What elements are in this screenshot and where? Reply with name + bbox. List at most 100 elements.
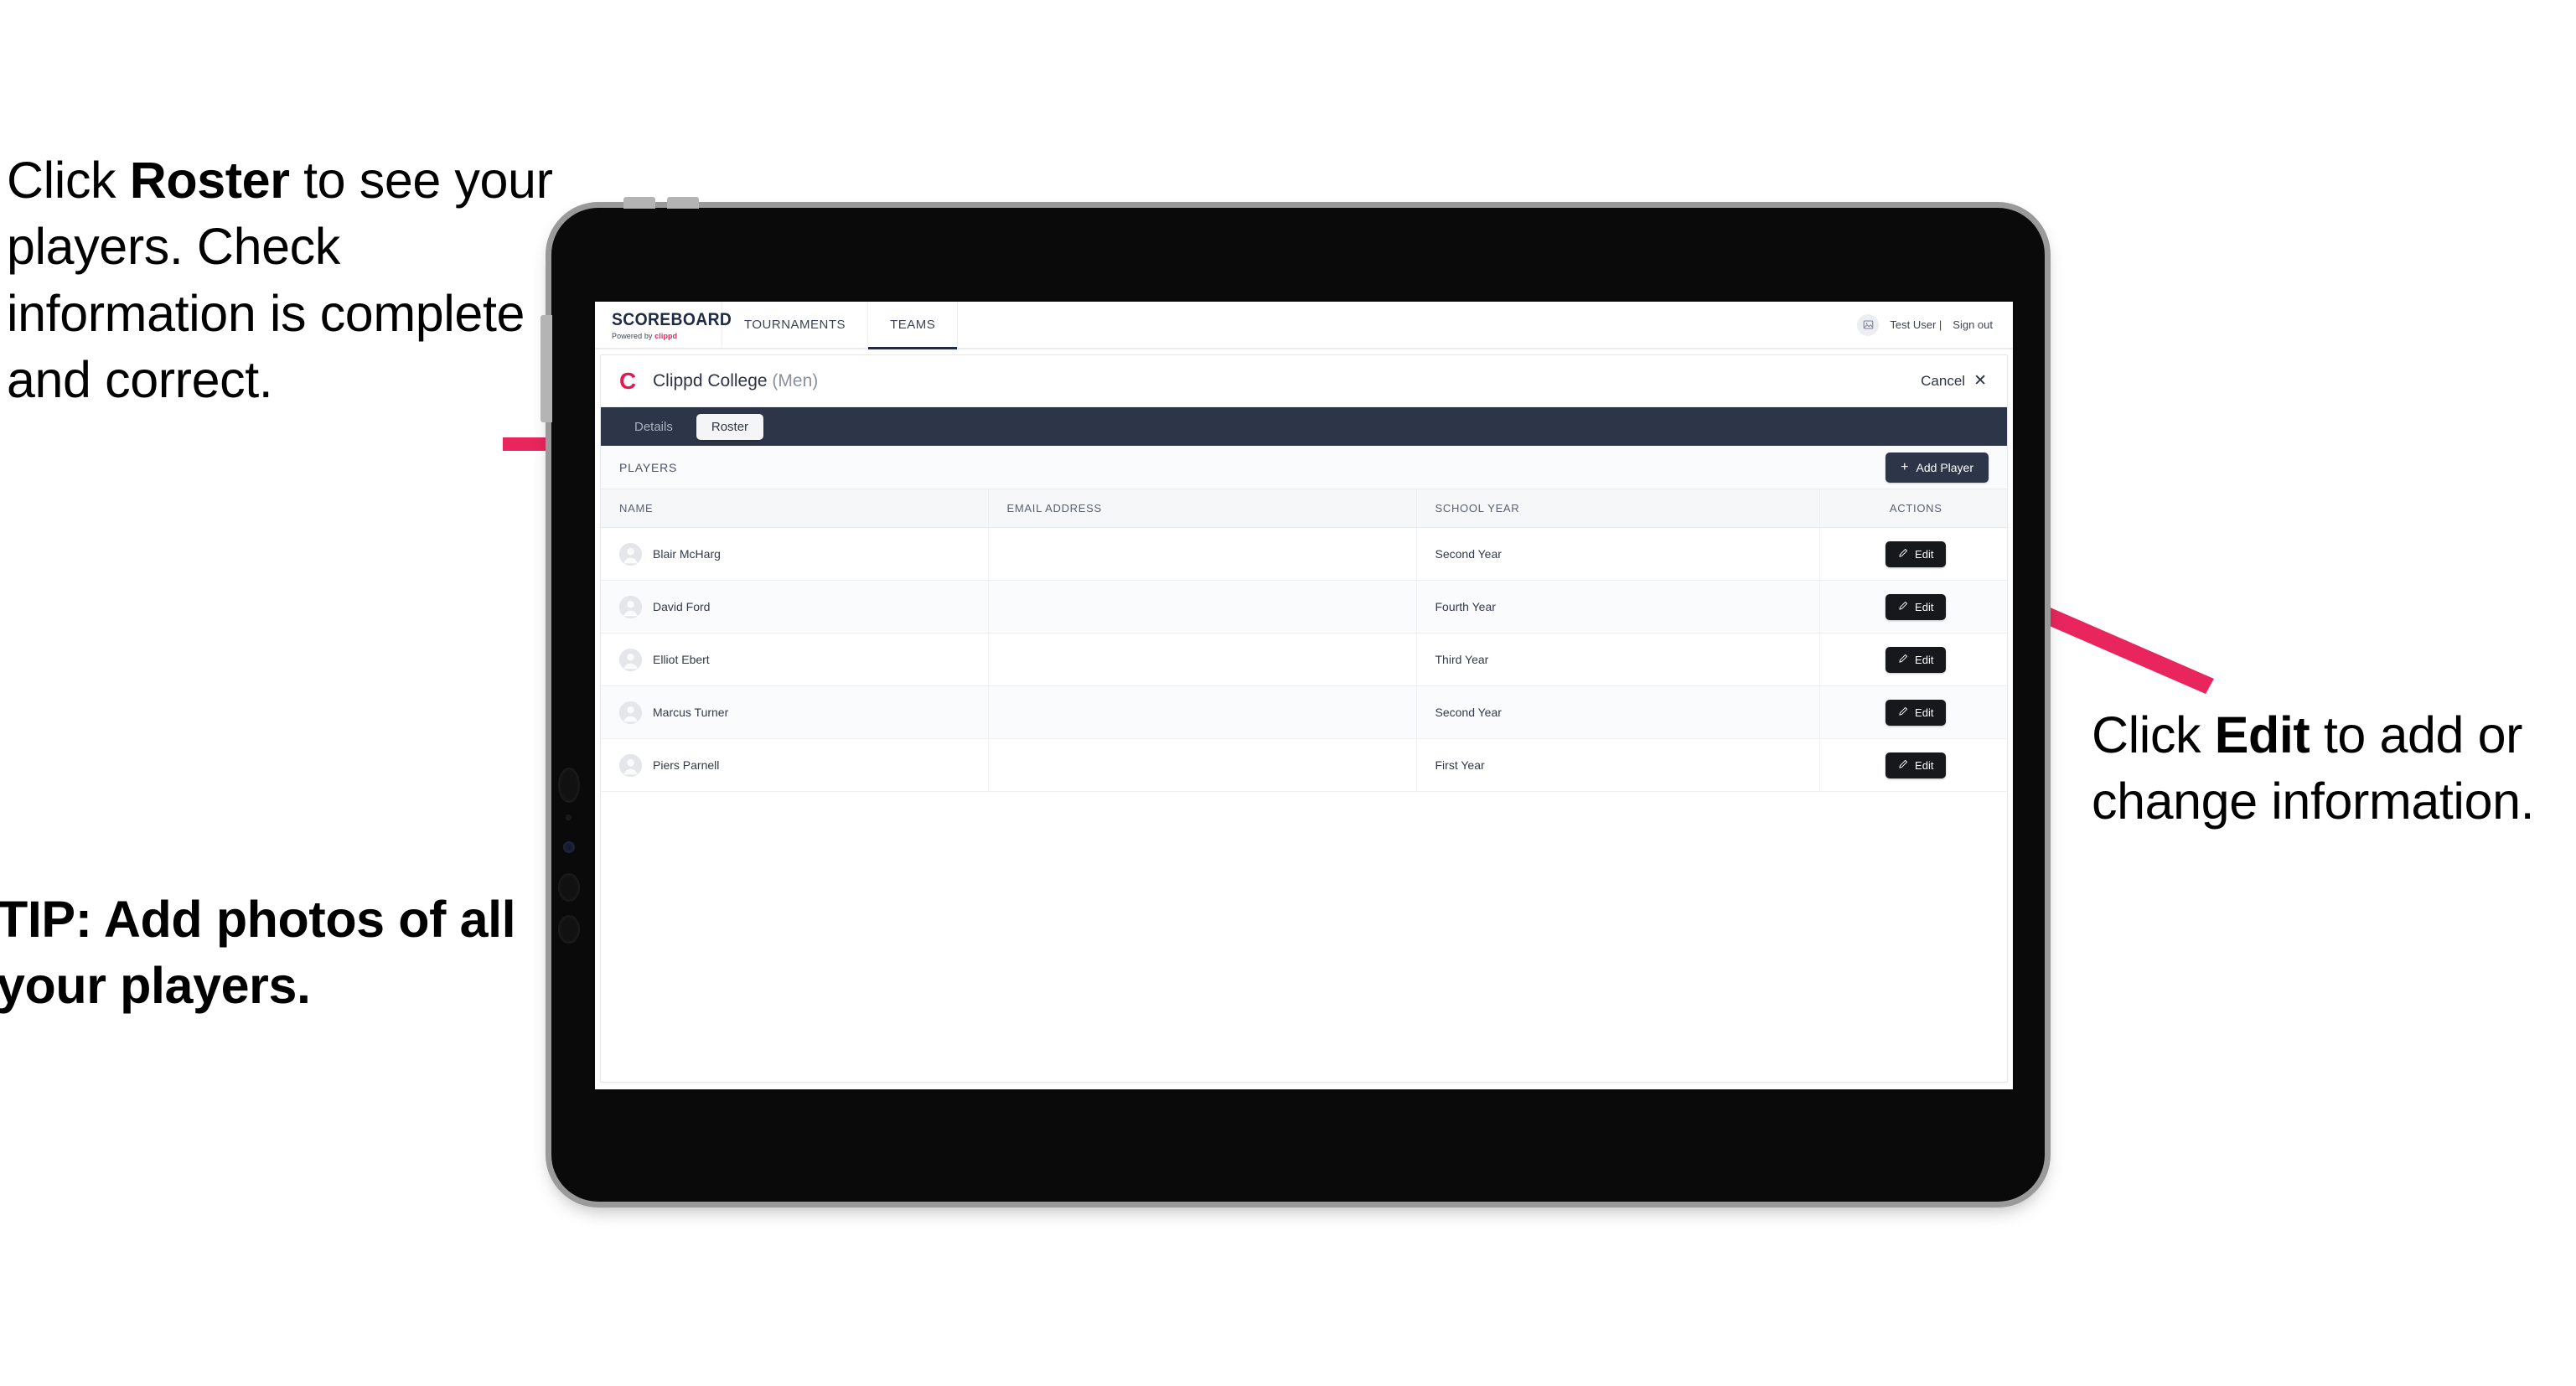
sub-tab-roster[interactable]: Roster: [696, 413, 764, 440]
edit-label: Edit: [1915, 547, 1934, 561]
cell-actions: Edit: [1819, 633, 2007, 686]
player-name-label: Elliot Ebert: [653, 653, 710, 666]
team-page-card: C Clippd College (Men) Cancel ✕ Details …: [600, 354, 2008, 1083]
edit-label: Edit: [1915, 706, 1934, 719]
tablet-top-button-2[interactable]: [667, 197, 699, 209]
add-player-label: Add Player: [1916, 460, 1973, 474]
brand-powered-prefix: Powered by: [612, 331, 655, 340]
team-header: C Clippd College (Men) Cancel ✕: [601, 355, 2007, 407]
pencil-icon: [1898, 706, 1908, 719]
sub-tab-details[interactable]: Details: [619, 414, 688, 440]
table-row: Marcus Turner Second Year Edit: [601, 685, 2007, 739]
tablet-device: SCOREBOARD Powered by clippd TOURNAMENTS…: [541, 197, 2045, 1202]
tablet-mic-hole: [566, 815, 572, 820]
plus-icon: +: [1901, 459, 1909, 474]
players-section-label: PLAYERS: [619, 460, 678, 474]
edit-label: Edit: [1915, 600, 1934, 613]
annotation-left-bold: Roster: [129, 152, 290, 209]
cell-name: Elliot Ebert: [601, 633, 989, 686]
player-avatar-icon: [619, 595, 642, 618]
edit-button[interactable]: Edit: [1885, 646, 1947, 673]
edit-button[interactable]: Edit: [1885, 593, 1947, 620]
cell-school-year: Fourth Year: [1416, 580, 1820, 634]
tablet-volume-button[interactable]: [541, 315, 552, 422]
pencil-icon: [1898, 654, 1908, 666]
tablet-speaker-hole: [558, 768, 580, 803]
column-header-year: SCHOOL YEAR: [1416, 489, 1820, 528]
annotation-left: Click Roster to see your players. Check …: [7, 147, 560, 413]
brand-logo[interactable]: SCOREBOARD Powered by clippd: [595, 302, 732, 348]
brand-title: SCOREBOARD: [612, 309, 732, 329]
player-avatar-icon: [619, 701, 642, 724]
cell-school-year: Second Year: [1416, 527, 1820, 581]
cell-name: Piers Parnell: [601, 738, 989, 792]
cell-email: [988, 685, 1417, 739]
table-row: Piers Parnell First Year Edit: [601, 738, 2007, 792]
annotation-left-pre: Click: [7, 152, 130, 209]
roster-table-body: Blair McHarg Second Year Edit David Ford Fou…: [601, 527, 2007, 792]
annotation-right: Click Edit to add or change information.: [2092, 702, 2576, 835]
user-avatar-icon[interactable]: [1857, 313, 1880, 336]
annotation-right-bold: Edit: [2214, 706, 2310, 763]
column-header-name: NAME: [601, 489, 989, 528]
cell-email: [988, 580, 1417, 634]
cell-school-year: First Year: [1416, 738, 1820, 792]
players-toolbar: PLAYERS + Add Player: [601, 446, 2007, 489]
edit-label: Edit: [1915, 653, 1934, 666]
annotation-tip: TIP: Add photos of all your players.: [0, 891, 516, 1015]
cancel-button[interactable]: Cancel ✕: [1921, 373, 1987, 390]
cancel-label: Cancel: [1921, 372, 1966, 389]
cell-name: David Ford: [601, 580, 989, 634]
table-empty-area: [601, 792, 2007, 1082]
nav-tab-teams[interactable]: TEAMS: [868, 302, 959, 349]
team-logo-icon: C: [619, 367, 637, 394]
player-avatar-icon: [619, 542, 642, 566]
edit-button[interactable]: Edit: [1885, 540, 1947, 567]
roster-table: NAME EMAIL ADDRESS SCHOOL YEAR ACTIONS B…: [601, 489, 2007, 792]
top-navigation-bar: SCOREBOARD Powered by clippd TOURNAMENTS…: [595, 302, 2013, 349]
column-header-actions: ACTIONS: [1819, 489, 2007, 528]
tablet-camera-lens: [563, 841, 575, 853]
player-name-label: David Ford: [653, 600, 711, 613]
team-gender-text: (Men): [767, 370, 819, 390]
brand-clippd: clippd: [654, 331, 678, 340]
user-menu: Test User | Sign out: [1857, 302, 2013, 348]
tablet-speaker-hole-2: [558, 873, 580, 902]
tablet-screen: SCOREBOARD Powered by clippd TOURNAMENTS…: [595, 302, 2013, 1089]
tablet-speaker-hole-3: [558, 915, 580, 944]
player-name-label: Piers Parnell: [653, 758, 720, 772]
cell-actions: Edit: [1819, 527, 2007, 581]
player-name-label: Blair McHarg: [653, 547, 721, 561]
edit-button[interactable]: Edit: [1885, 699, 1947, 726]
edit-label: Edit: [1915, 758, 1934, 772]
add-player-button[interactable]: + Add Player: [1885, 452, 1989, 483]
cell-email: [988, 633, 1417, 686]
player-avatar-icon: [619, 648, 642, 671]
team-name-text: Clippd College: [653, 370, 768, 390]
nav-tab-tournaments[interactable]: TOURNAMENTS: [722, 302, 869, 348]
close-icon: ✕: [1973, 372, 1987, 390]
cell-name: Blair McHarg: [601, 527, 989, 581]
cell-actions: Edit: [1819, 685, 2007, 739]
player-name-label: Marcus Turner: [653, 706, 729, 719]
table-row: David Ford Fourth Year Edit: [601, 580, 2007, 634]
table-row: Elliot Ebert Third Year Edit: [601, 633, 2007, 686]
pencil-icon: [1898, 759, 1908, 772]
roster-table-head: NAME EMAIL ADDRESS SCHOOL YEAR ACTIONS: [601, 489, 2007, 528]
team-name-label: Clippd College (Men): [653, 371, 818, 391]
annotation-right-pre: Click: [2092, 706, 2215, 763]
player-avatar-icon: [619, 753, 642, 777]
brand-subtitle: Powered by clippd: [612, 332, 722, 340]
tablet-top-button-1[interactable]: [623, 197, 655, 209]
user-name-label: Test User |: [1890, 318, 1942, 331]
cell-email: [988, 738, 1417, 792]
pencil-icon: [1898, 548, 1908, 561]
sign-out-link[interactable]: Sign out: [1953, 318, 1993, 331]
edit-button[interactable]: Edit: [1885, 752, 1947, 778]
cell-email: [988, 527, 1417, 581]
sub-tab-bar: Details Roster: [601, 407, 2007, 446]
cell-school-year: Second Year: [1416, 685, 1820, 739]
cell-actions: Edit: [1819, 580, 2007, 634]
cell-actions: Edit: [1819, 738, 2007, 792]
